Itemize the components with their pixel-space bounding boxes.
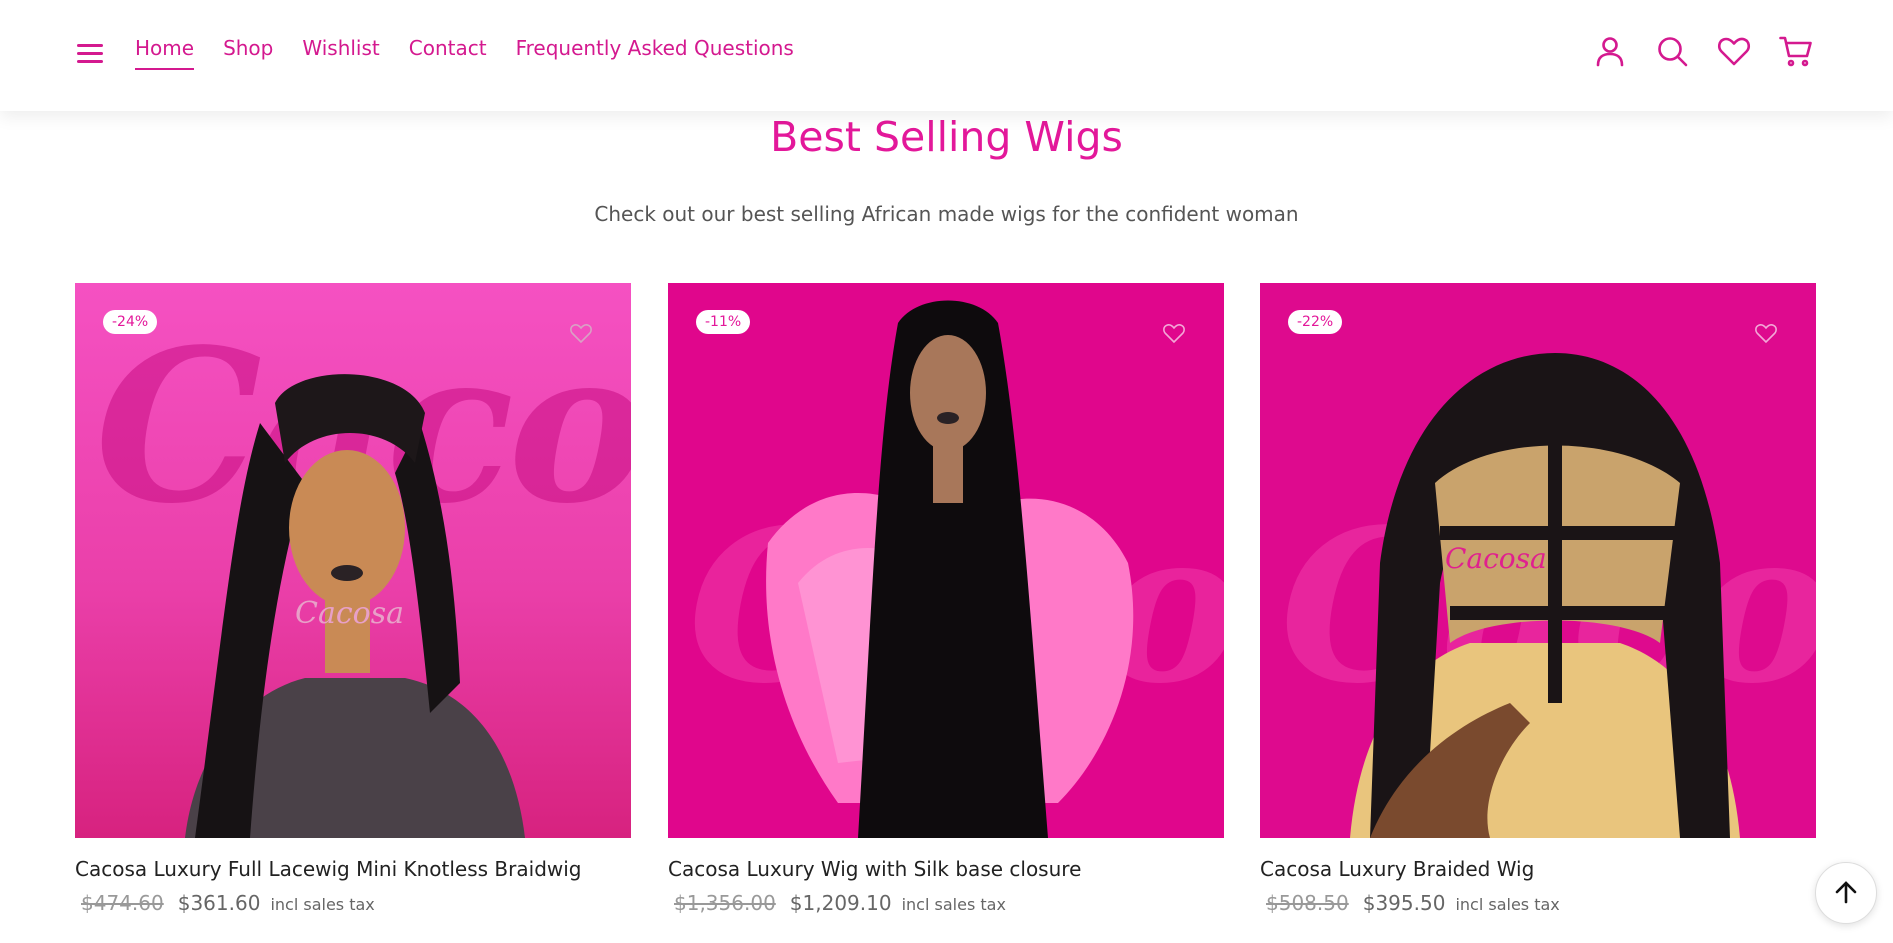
wig-illustration <box>766 300 1134 838</box>
nav-home[interactable]: Home <box>135 36 195 70</box>
svg-text:Cacosa: Cacosa <box>1445 542 1547 575</box>
wig-illustration: Cacosa <box>185 374 525 838</box>
product-card[interactable]: Cacosa -11% Cacosa Luxury Wig with Silk … <box>668 283 1224 915</box>
old-price: $508.50 <box>1266 891 1349 915</box>
menu-icon[interactable] <box>77 42 105 64</box>
tax-note: incl sales tax <box>901 895 1006 914</box>
discount-badge: -22% <box>1288 310 1343 334</box>
sale-price: $395.50 <box>1362 891 1446 915</box>
nav-wishlist[interactable]: Wishlist <box>302 36 379 70</box>
sale-price: $1,209.10 <box>789 891 892 915</box>
cart-icon[interactable] <box>1779 34 1813 68</box>
section-subtitle: Check out our best selling African made … <box>594 202 1299 226</box>
product-name[interactable]: Cacosa Luxury Braided Wig <box>1260 857 1816 881</box>
product-name[interactable]: Cacosa Luxury Full Lacewig Mini Knotless… <box>75 857 631 881</box>
price-row: $508.50 $395.50 incl sales tax <box>1260 891 1816 915</box>
tax-note: incl sales tax <box>270 895 375 914</box>
site-header: Home Shop Wishlist Contact Frequently As… <box>0 0 1893 111</box>
product-card[interactable]: Cacosa Cacosa -24% Cacosa Luxury Full La… <box>75 283 631 915</box>
price-row: $474.60 $361.60 incl sales tax <box>75 891 631 915</box>
wishlist-heart-icon[interactable] <box>1754 321 1778 345</box>
old-price: $474.60 <box>81 891 164 915</box>
account-icon[interactable] <box>1593 34 1627 68</box>
main-nav: Home Shop Wishlist Contact Frequently As… <box>135 36 823 70</box>
tax-note: incl sales tax <box>1455 895 1560 914</box>
old-price: $1,356.00 <box>674 891 776 915</box>
sale-price: $361.60 <box>177 891 261 915</box>
product-image[interactable]: Cacosa Cacosa -24% <box>75 283 631 838</box>
discount-badge: -11% <box>696 310 751 334</box>
wishlist-heart-icon[interactable] <box>1162 321 1186 345</box>
nav-shop[interactable]: Shop <box>223 36 273 70</box>
search-icon[interactable] <box>1655 34 1689 68</box>
product-card[interactable]: Cacosa Cacosa -22% Cacosa Luxury Braided… <box>1260 283 1816 915</box>
arrow-up-icon <box>1835 881 1857 904</box>
discount-badge: -24% <box>103 310 158 334</box>
section-title: Best Selling Wigs <box>770 113 1123 161</box>
product-image[interactable]: Cacosa Cacosa -22% <box>1260 283 1816 838</box>
product-image[interactable]: Cacosa -11% <box>668 283 1224 838</box>
price-row: $1,356.00 $1,209.10 incl sales tax <box>668 891 1224 915</box>
nav-contact[interactable]: Contact <box>409 36 487 70</box>
heart-icon[interactable] <box>1717 34 1751 68</box>
header-icons <box>1593 34 1813 68</box>
product-name[interactable]: Cacosa Luxury Wig with Silk base closure <box>668 857 1224 881</box>
nav-faq[interactable]: Frequently Asked Questions <box>516 36 794 70</box>
back-to-top-button[interactable] <box>1815 862 1877 924</box>
wishlist-heart-icon[interactable] <box>569 321 593 345</box>
wig-illustration: Cacosa <box>1350 353 1740 838</box>
svg-text:Cacosa: Cacosa <box>295 596 404 631</box>
